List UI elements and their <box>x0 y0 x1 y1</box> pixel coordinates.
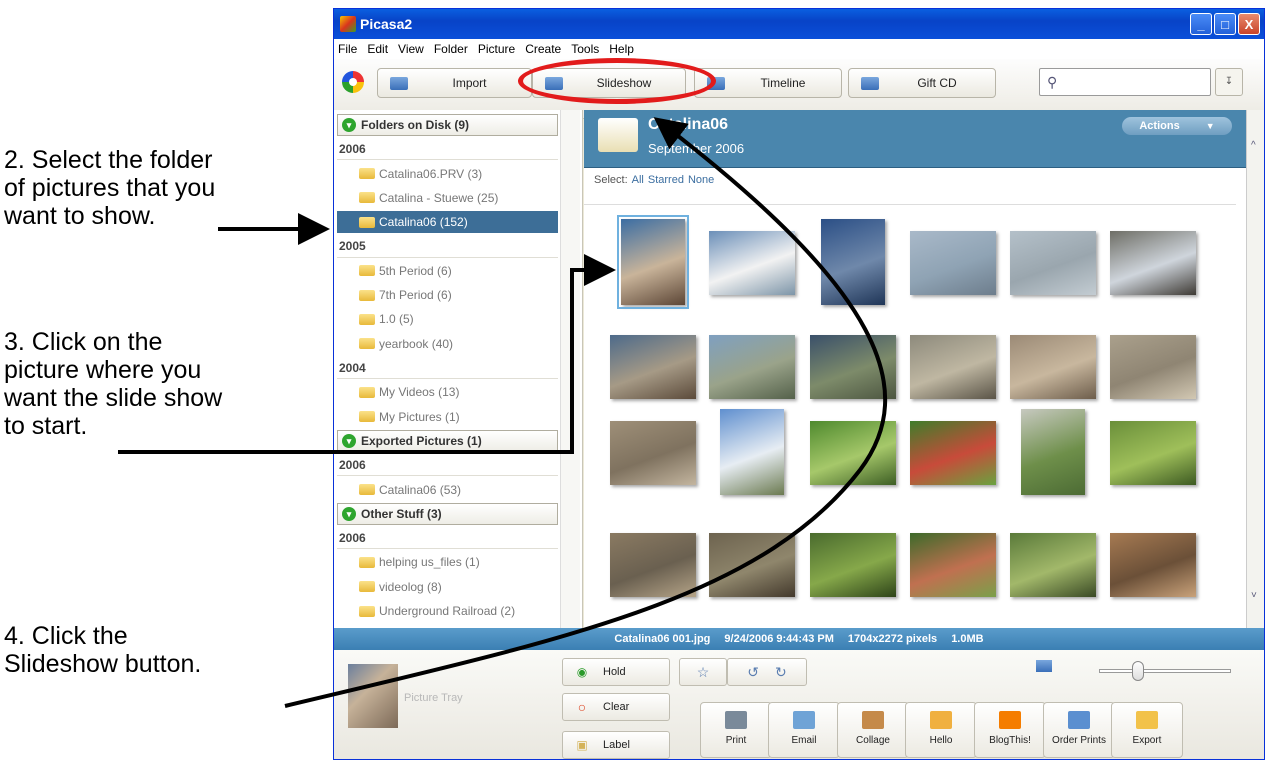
arrow-to-picture <box>118 254 616 454</box>
arrow-to-slideshow <box>284 117 888 708</box>
annotation-arrows <box>118 117 888 708</box>
